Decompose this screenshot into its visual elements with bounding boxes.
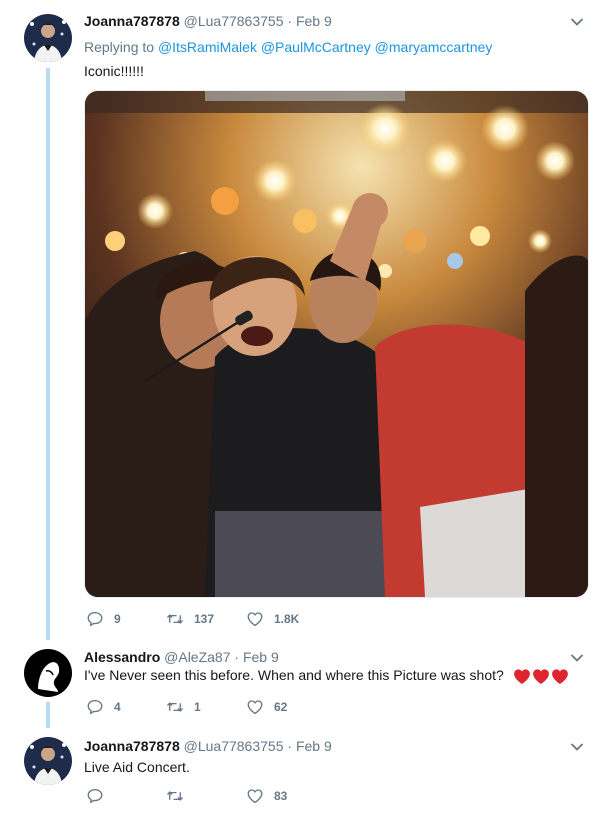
tweet-date[interactable]: Feb 9 [296, 13, 332, 29]
tweet-text: I've Never seen this before. When and wh… [84, 667, 504, 683]
retweet-button[interactable]: 137 [166, 610, 214, 628]
avatar[interactable] [24, 737, 72, 785]
mention-link[interactable]: @maryamccartney [375, 39, 493, 55]
retweet-count: 1 [194, 700, 201, 714]
thread-line [46, 68, 50, 640]
user-handle[interactable]: @Lua77863755 [184, 13, 284, 29]
tweet-header: Joanna787878 @Lua77863755 · Feb 9 [84, 13, 332, 29]
tweet[interactable]: Joanna787878 @Lua77863755 · Feb 9 Live A… [0, 728, 614, 814]
user-handle[interactable]: @AleZa87 [164, 649, 230, 665]
reply-button[interactable]: 4 [86, 698, 121, 716]
tweet-text: Iconic!!!!!! [84, 63, 144, 79]
retweet-icon [166, 698, 184, 716]
like-button[interactable]: 1.8K [246, 610, 299, 628]
retweet-icon [166, 610, 184, 628]
reply-icon [86, 698, 104, 716]
tweet-date[interactable]: Feb 9 [296, 738, 332, 754]
reply-count: 9 [114, 612, 121, 626]
mention-link[interactable]: @PaulMcCartney [261, 39, 371, 55]
retweet-count: 137 [194, 612, 215, 626]
reply-button[interactable] [86, 787, 114, 805]
tweet-text: Live Aid Concert. [84, 759, 190, 775]
retweet-icon [166, 787, 184, 805]
tweet[interactable]: Alessandro @AleZa87 · Feb 9 I've Never s… [0, 640, 614, 728]
display-name[interactable]: Alessandro [84, 649, 160, 665]
red-heart-emoji-icon [532, 668, 550, 685]
red-heart-emoji-icon [513, 668, 531, 685]
tweet[interactable]: Joanna787878 @Lua77863755 · Feb 9 Replyi… [0, 0, 614, 640]
tweet-photo[interactable] [84, 90, 589, 598]
like-button[interactable]: 62 [246, 698, 287, 716]
heart-emojis [512, 668, 569, 685]
tweet-text-row: I've Never seen this before. When and wh… [84, 667, 569, 685]
red-heart-emoji-icon [551, 668, 569, 685]
chevron-down-icon[interactable] [570, 653, 584, 663]
replying-to: Replying to @ItsRamiMalek @PaulMcCartney… [84, 39, 492, 55]
avatar[interactable] [24, 649, 72, 697]
like-button[interactable]: 83 [246, 787, 287, 805]
chevron-down-icon[interactable] [570, 742, 584, 752]
like-icon [246, 698, 264, 716]
separator: · [234, 649, 240, 665]
like-icon [246, 787, 264, 805]
chevron-down-icon[interactable] [570, 17, 584, 27]
like-count: 62 [274, 700, 288, 714]
like-count: 1.8K [274, 612, 300, 626]
separator: · [287, 13, 293, 29]
retweet-button[interactable]: 1 [166, 698, 201, 716]
separator: · [287, 738, 293, 754]
user-handle[interactable]: @Lua77863755 [184, 738, 284, 754]
reply-icon [86, 610, 104, 628]
reply-button[interactable]: 9 [86, 610, 121, 628]
tweet-header: Alessandro @AleZa87 · Feb 9 [84, 649, 279, 665]
like-count: 83 [274, 789, 288, 803]
tweet-date[interactable]: Feb 9 [243, 649, 279, 665]
mention-link[interactable]: @ItsRamiMalek [158, 39, 257, 55]
display-name[interactable]: Joanna787878 [84, 738, 180, 754]
reply-count: 4 [114, 700, 121, 714]
replying-label: Replying to [84, 39, 155, 55]
like-icon [246, 610, 264, 628]
reply-icon [86, 787, 104, 805]
display-name[interactable]: Joanna787878 [84, 13, 180, 29]
tweet-header: Joanna787878 @Lua77863755 · Feb 9 [84, 738, 332, 754]
thread-line [46, 702, 50, 728]
retweet-button[interactable] [166, 787, 194, 805]
avatar[interactable] [24, 14, 72, 62]
